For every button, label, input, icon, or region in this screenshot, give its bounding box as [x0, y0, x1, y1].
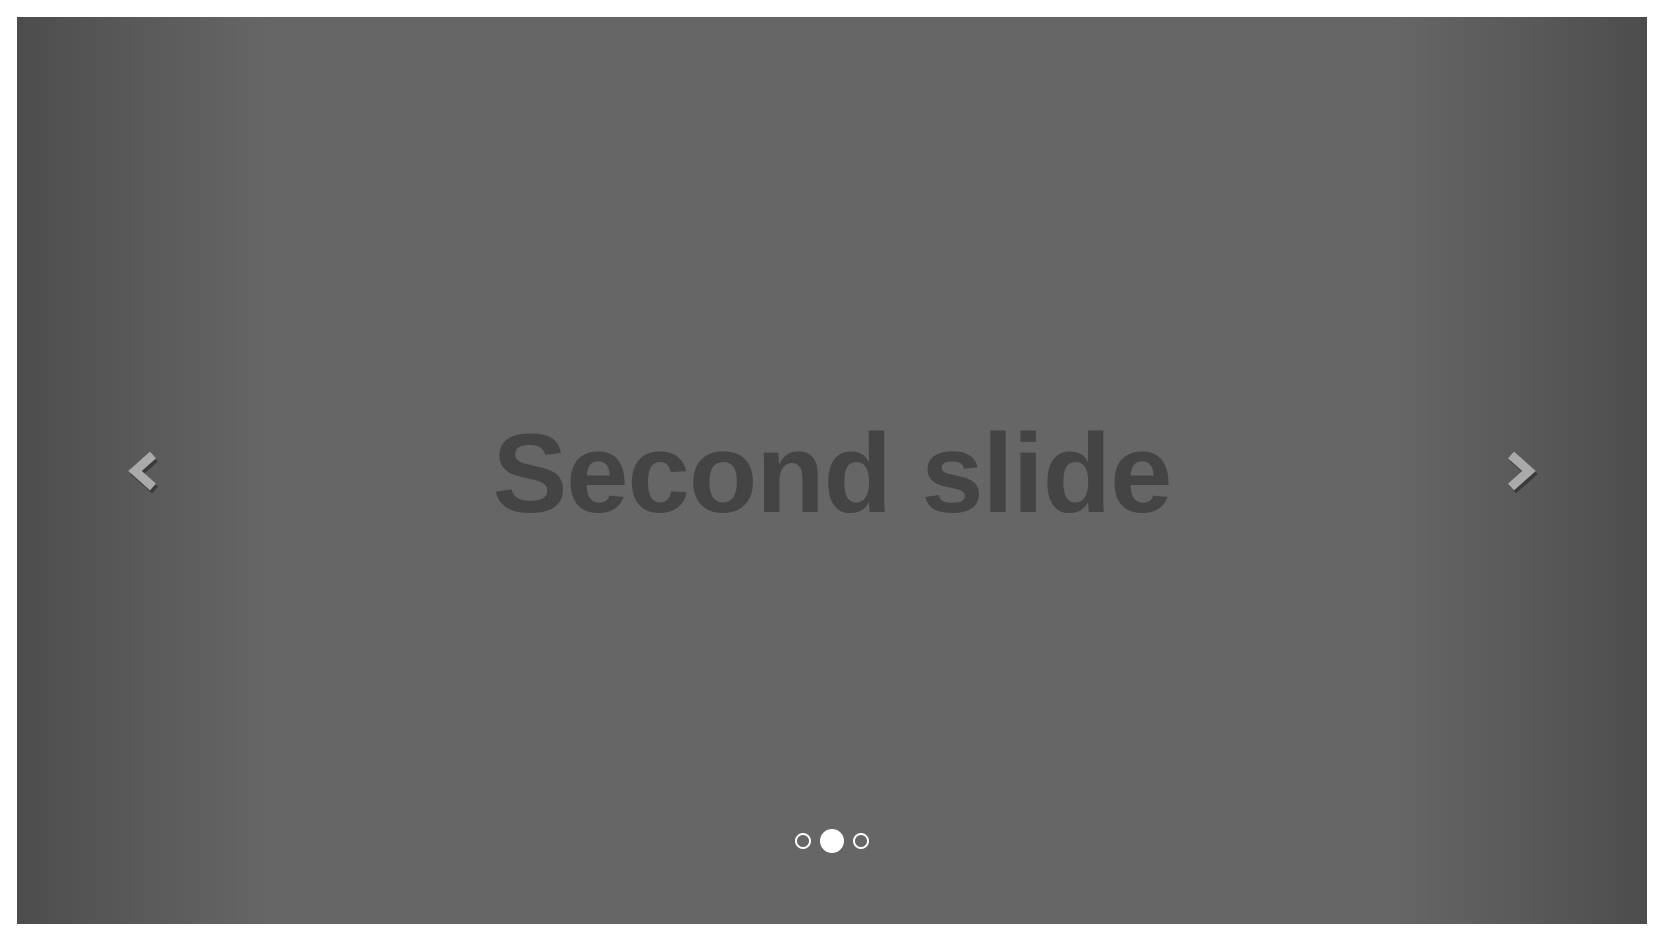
- chevron-right-icon: [1508, 451, 1538, 493]
- indicator-slide-1[interactable]: [795, 833, 811, 849]
- indicator-slide-3[interactable]: [853, 833, 869, 849]
- carousel: Second slide: [17, 17, 1647, 924]
- next-slide-button[interactable]: [1391, 17, 1647, 924]
- previous-slide-button[interactable]: [17, 17, 273, 924]
- indicator-slide-2[interactable]: [820, 829, 844, 853]
- carousel-indicators: [17, 829, 1647, 853]
- chevron-left-icon: [128, 451, 158, 493]
